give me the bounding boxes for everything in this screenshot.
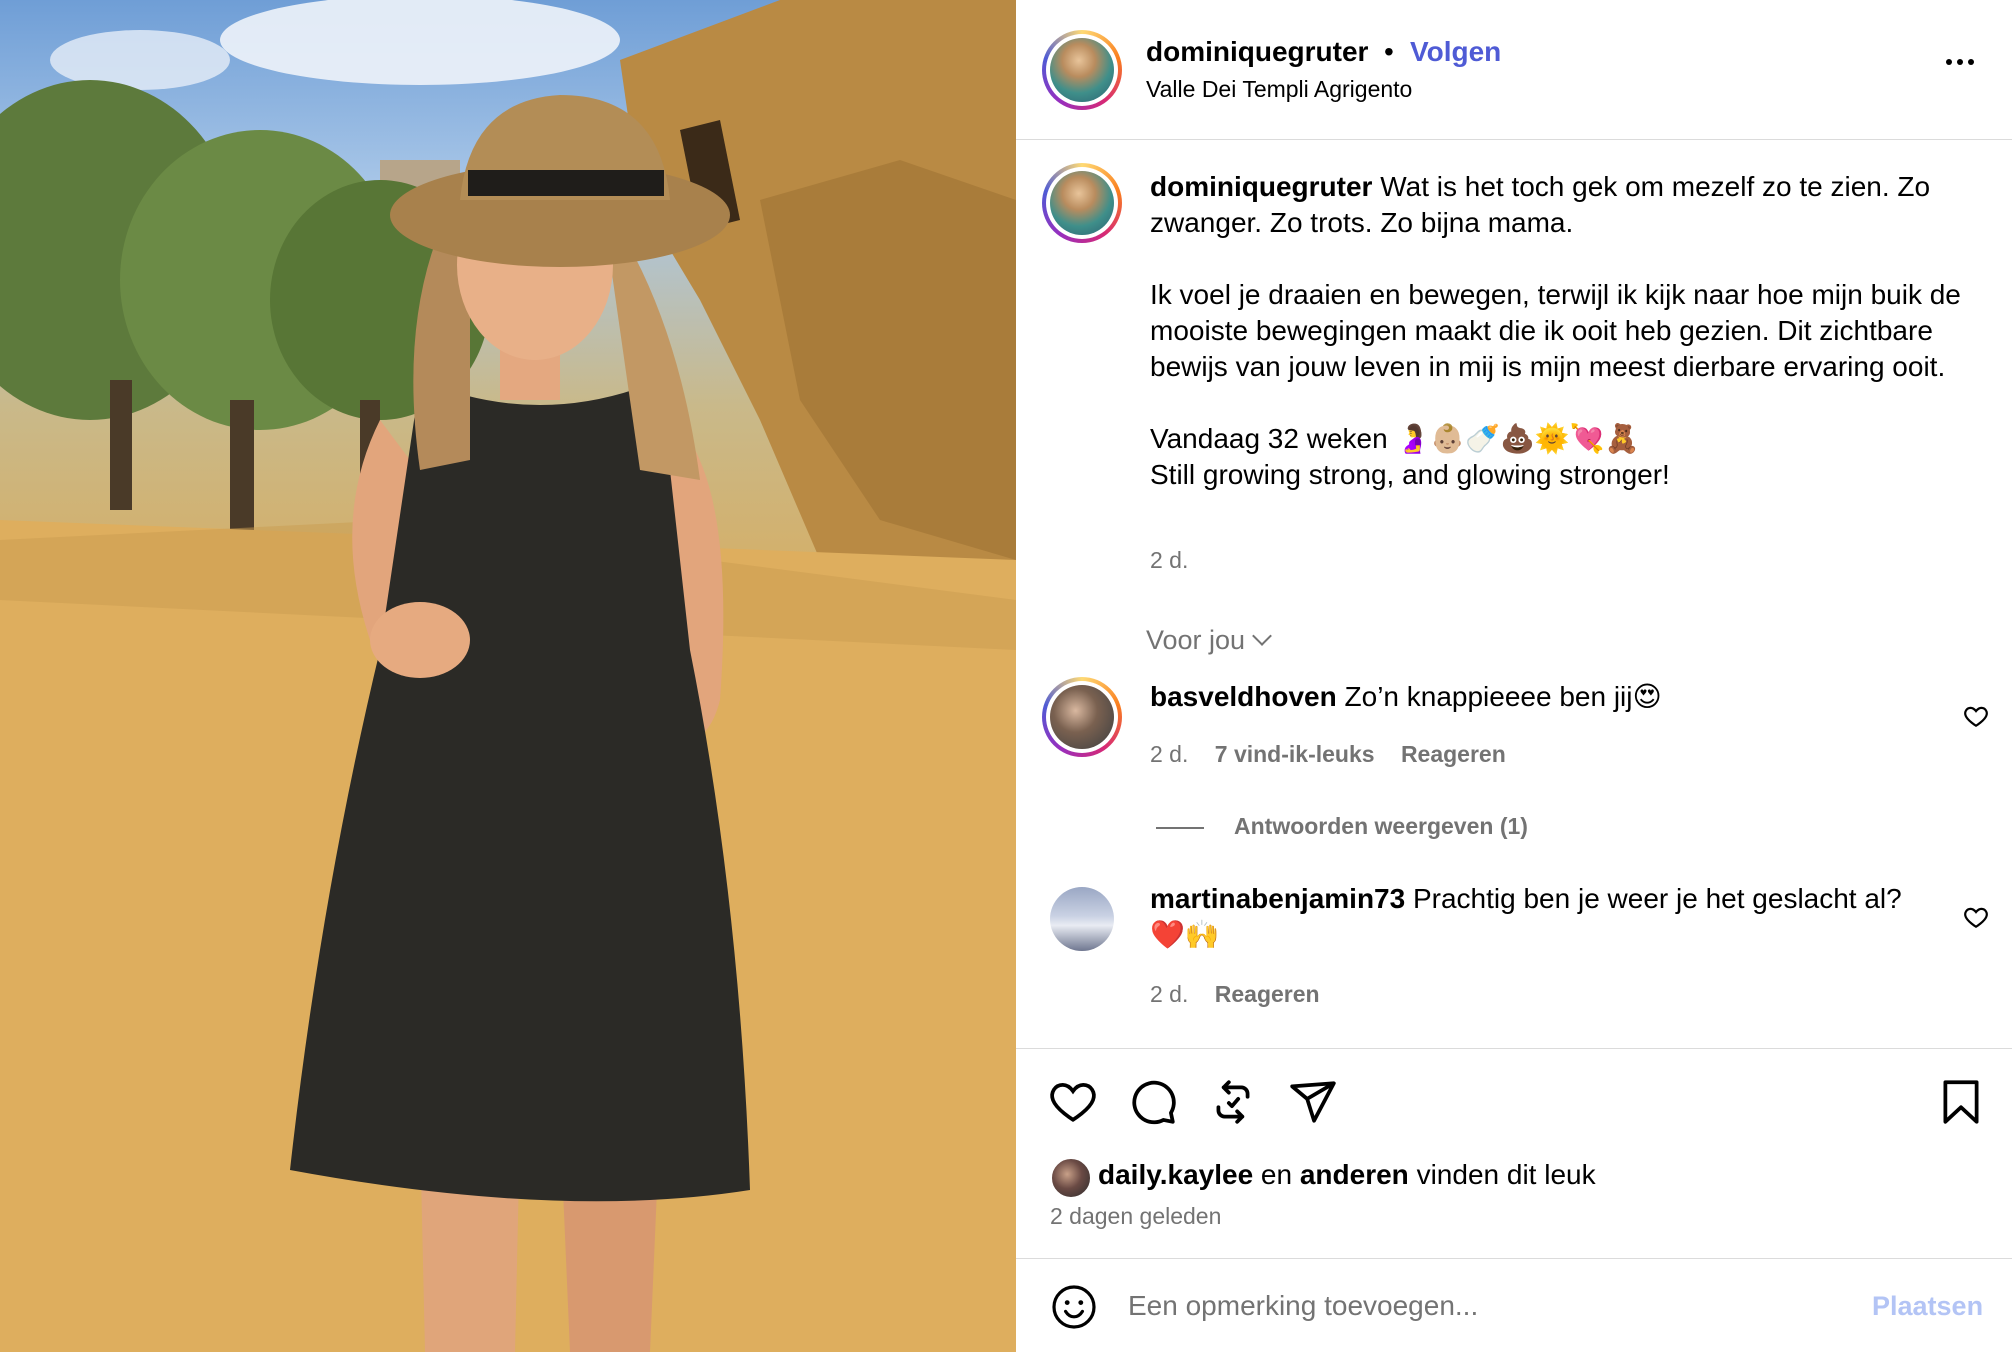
author-avatar[interactable] (1042, 30, 1122, 110)
post-actions: daily.kaylee en anderen vinden dit leuk … (1016, 1048, 2012, 1258)
likes-connector: en (1253, 1159, 1300, 1190)
replies-line (1156, 826, 1204, 829)
likes-suffix: vinden dit leuk (1408, 1159, 1596, 1190)
post-header: dominiquegruter • Volgen Valle Dei Templ… (1016, 0, 2012, 140)
liker-avatar[interactable] (1050, 1157, 1092, 1199)
post-location[interactable]: Valle Dei Templi Agrigento (1146, 76, 1412, 103)
comment-bubble-icon[interactable] (1128, 1077, 1178, 1127)
chevron-down-icon (1252, 626, 1272, 646)
post-caption: dominiquegruter Wat is het toch gek om m… (1150, 169, 1970, 493)
comment-2-meta: 2 d. Reageren (1150, 981, 1340, 1008)
comment-1-likes[interactable]: 7 vind-ik-leuks (1215, 741, 1375, 767)
comment-1-reply-button[interactable]: Reageren (1401, 741, 1506, 767)
add-comment-bar: Plaatsen (1016, 1258, 2012, 1352)
comment-sort-dropdown[interactable]: Voor jou (1146, 625, 1272, 656)
author-username[interactable]: dominiquegruter (1146, 36, 1368, 68)
comment-2: martinabenjamin73 Prachtig ben je weer j… (1150, 881, 1930, 953)
view-replies-label: Antwoorden weergeven (1) (1234, 813, 1528, 839)
share-send-icon[interactable] (1288, 1077, 1338, 1127)
comment-1-time[interactable]: 2 d. (1150, 741, 1188, 767)
repost-icon[interactable] (1208, 1077, 1258, 1127)
liker-username[interactable]: daily.kaylee (1098, 1159, 1253, 1190)
caption-paragraph-2: Ik voel je draaien en bewegen, terwijl i… (1150, 279, 1961, 382)
emoji-smiley-icon[interactable] (1050, 1283, 1098, 1331)
comment-input[interactable] (1128, 1283, 1828, 1329)
view-replies-button[interactable]: Antwoorden weergeven (1) (1156, 813, 1528, 840)
caption-paragraph-3a: Vandaag 32 weken 🤰👶🏼🍼💩🌞💘🧸 (1150, 423, 1640, 454)
comment-avatar-basveldhoven[interactable] (1042, 677, 1122, 757)
bookmark-icon[interactable] (1936, 1077, 1986, 1127)
post-photo[interactable] (0, 0, 1016, 1352)
comments-section: dominiquegruter Wat is het toch gek om m… (1016, 141, 2012, 1047)
more-options-icon[interactable] (1946, 52, 1986, 82)
comment-2-reply-button[interactable]: Reageren (1215, 981, 1320, 1007)
follow-button[interactable]: Volgen (1410, 36, 1501, 68)
comment-2-username[interactable]: martinabenjamin73 (1150, 883, 1405, 914)
caption-paragraph-3b: Still growing strong, and glowing strong… (1150, 459, 1670, 490)
header-separator: • (1384, 36, 1394, 67)
caption-username[interactable]: dominiquegruter (1150, 171, 1372, 202)
comment-1-text: Zo’n knappieeee ben jij😍 (1344, 681, 1662, 712)
post-timestamp[interactable]: 2 dagen geleden (1050, 1203, 1221, 1230)
comment-avatar-martinabenjamin73[interactable] (1050, 887, 1114, 951)
post-photo-illustration (0, 0, 1016, 1352)
comment-2-like-icon[interactable] (1963, 904, 1989, 930)
caption-avatar[interactable] (1042, 163, 1122, 243)
comment-1-like-icon[interactable] (1963, 703, 1989, 729)
comment-1: basveldhoven Zo’n knappieeee ben jij😍 (1150, 679, 1910, 715)
post-panel: dominiquegruter • Volgen Valle Dei Templ… (1016, 0, 2012, 1352)
comment-1-username[interactable]: basveldhoven (1150, 681, 1337, 712)
like-heart-icon[interactable] (1048, 1077, 1098, 1127)
likes-summary: daily.kaylee en anderen vinden dit leuk (1098, 1159, 1596, 1191)
caption-timestamp[interactable]: 2 d. (1150, 547, 1188, 574)
post-comment-button[interactable]: Plaatsen (1872, 1291, 1983, 1322)
comment-2-time[interactable]: 2 d. (1150, 981, 1188, 1007)
comment-1-meta: 2 d. 7 vind-ik-leuks Reageren (1150, 741, 1526, 768)
likes-others-link[interactable]: anderen (1300, 1159, 1409, 1190)
comment-sort-label: Voor jou (1146, 625, 1246, 655)
